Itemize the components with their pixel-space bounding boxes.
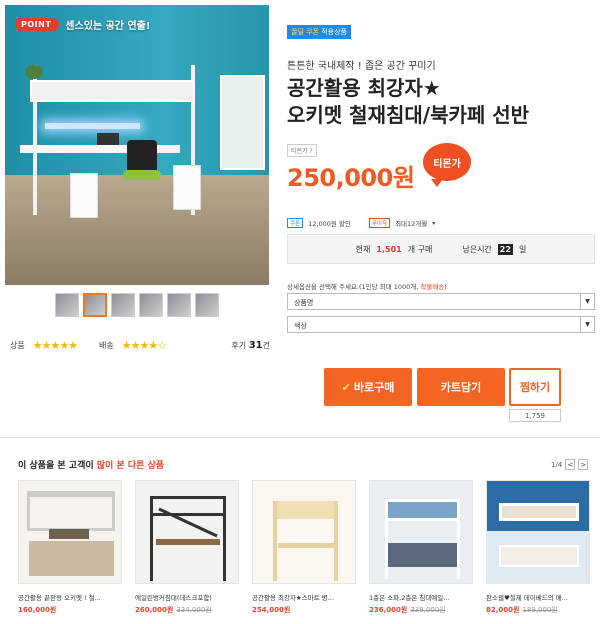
product-title-line1: 공간활용 최강자★ [287,76,441,100]
product-card-image[interactable] [486,480,590,584]
installment-chip: 무이자 [368,218,391,228]
option-guide-text: 상세옵션을 선택해 주세요.(1인당 최대 1000개, [287,283,419,291]
thumbnail-2[interactable] [83,293,107,317]
purchase-status-box: 현재 1,501 개 구매 남은시간 22 일 [287,234,595,264]
product-card-price: 82,000원 189,000원 [486,605,590,615]
option-guide-end: ) [444,283,447,291]
prev-page-button[interactable]: < [565,459,576,470]
delivery-rating-stars: ★★★★☆ [121,338,167,352]
installment-dropdown-icon[interactable]: ▾ [432,220,435,227]
product-title: 공간활용 최강자★ 오키멧 철재침대/북카페 선반 [287,75,587,129]
review-unit: 건 [262,340,270,350]
product-card-price: 236,000원 339,000원 [369,605,473,615]
benefit-row: 쿠폰 12,000원 할인 무이자 최대12개월 ▾ [287,218,435,228]
product-name-select[interactable]: 상품명 ▼ [287,293,595,310]
tmon-price-label[interactable]: 티몬가 ? [287,144,317,157]
product-card-old-price: 334,000원 [176,606,212,614]
product-card[interactable]: 에일린벙커침대(데스크포함) 260,000원 334,000원 [135,480,239,615]
product-card-old-price: 339,000원 [410,606,446,614]
product-card-name: 에일린벙커침대(데스크포함) [135,594,212,602]
product-card-price-value: 160,000원 [18,606,57,614]
thumbnail-5[interactable] [167,293,191,317]
chevron-down-icon: ▼ [580,317,594,332]
product-card[interactable]: 1층은 소파,2층은 침대예일... 236,000원 339,000원 [369,480,473,615]
remaining-time-label: 남은시간 [462,244,492,254]
add-to-cart-button[interactable]: 카트담기 [417,368,505,406]
product-card-price-value: 260,000원 [135,606,174,614]
product-price: 250,000원 [287,164,415,192]
buy-now-label: 바로구매 [353,381,395,394]
product-card-price: 160,000원 [18,605,122,615]
coupon-chip: 쿠폰 [287,218,304,228]
color-select[interactable]: 색상 ▼ [287,316,595,333]
product-card-image[interactable] [252,480,356,584]
product-card-image[interactable] [369,480,473,584]
wishlist-count: 1,759 [509,409,561,422]
product-card-name: 1층은 소파,2층은 침대예일... [369,594,450,602]
coupon-discount-text[interactable]: 12,000원 할인 [308,218,351,228]
product-card[interactable]: 공간활용 끝판왕 오키멧 ! 철... 160,000원 [18,480,122,615]
help-icon: ? [309,148,313,155]
tmon-price-label-text: 티몬가 [291,148,308,155]
page-indicator: 1/4 [551,460,563,469]
purchase-count: 1,501 [376,244,402,254]
product-card-image[interactable] [18,480,122,584]
product-rating-label: 상품 [10,340,25,350]
review-link[interactable]: 후기 31건 [231,340,270,351]
option-guide: 상세옵션을 선택해 주세요.(1인당 최대 1000개, 착불배송) [287,281,447,291]
product-rating-stars: ★★★★★ [32,338,78,352]
remaining-time-unit: 일 [518,244,527,254]
recommend-title-a: 이 상품을 본 고객이 [18,461,94,471]
section-divider [0,437,600,438]
thumbnail-4[interactable] [139,293,163,317]
rating-row: 상품 ★★★★★ 배송 ★★★★☆ 후기 31건 [10,338,270,352]
remaining-time-value: 22 [497,243,513,255]
next-page-button[interactable]: > [578,459,589,470]
product-card[interactable]: 판소웹♥철제 데이베드의 매... 82,000원 189,000원 [486,480,590,615]
recommend-title: 이 상품을 본 고객이 많이 본 다른 상품 [18,458,164,471]
recommend-pager: 1/4 < > [551,459,589,470]
current-label: 현재 [355,244,371,254]
product-subtitle: 튼튼한 국내제작 ! 좁은 공간 꾸미기 [287,61,436,72]
product-card-old-price: 189,000원 [522,606,558,614]
thumbnail-6[interactable] [195,293,219,317]
check-icon: ✔ [341,380,351,394]
chevron-down-icon: ▼ [580,294,594,309]
point-banner: POINT 센스있는 공간 연출! [15,17,150,32]
option-guide-highlight: 착불배송 [420,283,445,291]
thumbnail-1[interactable] [55,293,79,317]
product-card-price: 260,000원 334,000원 [135,605,239,615]
purchase-label: 개 구매 [407,244,433,254]
delivery-rating-label: 배송 [99,340,114,350]
product-card[interactable]: 공간활용 최강자★스마트 병... 254,000원 [252,480,356,615]
recommend-title-b: 많이 본 다른 상품 [96,461,165,471]
coupon-badge: 꿀딜 쿠폰 적용상품 [287,25,351,39]
product-card-name: 공간활용 끝판왕 오키멧 ! 철... [18,594,101,602]
thumbnail-3[interactable] [111,293,135,317]
point-text: 센스있는 공간 연출! [65,21,151,32]
product-card-price-value: 236,000원 [369,606,408,614]
product-name-select-value: 상품명 [294,299,314,307]
review-count: 31 [248,339,263,351]
product-card-price-value: 82,000원 [486,606,520,614]
tmon-price-badge: 티몬가 [423,143,471,187]
coupon-badge-text: 적용상품 [321,28,347,36]
product-card-price-value: 254,000원 [252,606,291,614]
thumbnail-strip [55,293,219,317]
review-label: 후기 [231,340,247,350]
wishlist-button[interactable]: 찜하기 [509,368,561,406]
product-title-line2: 오키멧 철재침대/북카페 선반 [287,103,530,127]
product-card-name: 공간활용 최강자★스마트 병... [252,594,334,602]
product-main-image: POINT 센스있는 공간 연출! [5,5,269,285]
buy-now-button[interactable]: ✔ 바로구매 [324,368,412,406]
installment-text[interactable]: 최대12개월 [395,218,427,228]
product-card-image[interactable] [135,480,239,584]
point-tag: POINT [15,18,60,31]
recommend-list: 공간활용 끝판왕 오키멧 ! 철... 160,000원 에일린벙커침대(데스크… [18,480,590,615]
product-card-name: 판소웹♥철제 데이베드의 매... [486,594,568,602]
product-card-price: 254,000원 [252,605,356,615]
color-select-value: 색상 [294,322,307,330]
coupon-badge-highlight: 꿀딜 쿠폰 [291,28,319,36]
